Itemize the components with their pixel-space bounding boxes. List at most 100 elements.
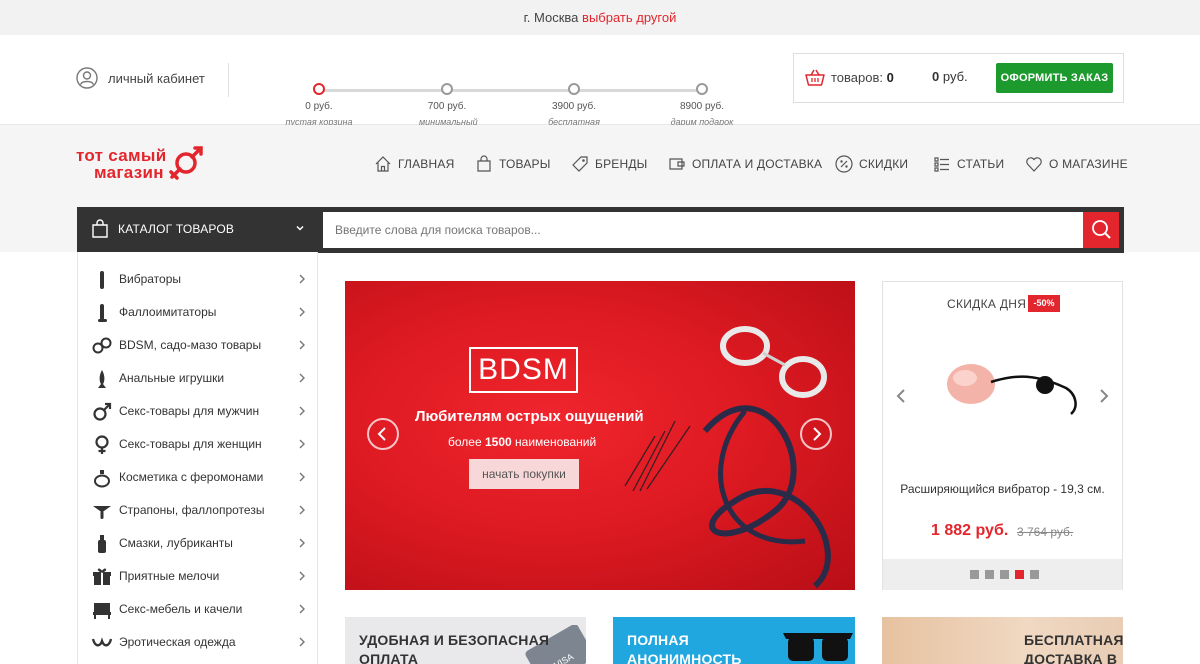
nav-label: О МАГАЗИНЕ [1049,157,1128,171]
nav-item-about[interactable]: О МАГАЗИНЕ [1025,155,1128,173]
chevron-right-icon [299,604,305,614]
promo-safe-payment[interactable]: VISA УДОБНАЯ И БЕЗОПАСНАЯ ОПЛАТА [345,617,586,664]
logo-line1: тот самый [76,146,167,165]
category-label: Фаллоимитаторы [119,305,217,319]
banner-next-button[interactable] [800,418,832,450]
category-label: Секс-товары для мужчин [119,404,260,418]
category-item[interactable]: BDSM, садо-мазо товары [78,329,317,362]
chevron-left-icon [377,427,386,441]
category-item[interactable]: Смазки, лубриканты [78,527,317,560]
banner-subtitle: более 1500 наименований [448,435,596,449]
category-item[interactable]: Вибраторы [78,263,317,296]
deal-of-the-day: СКИДКА ДНЯ -50% Расширяющийся вибратор -… [882,281,1123,590]
logo-line2: магазин [94,163,164,182]
cart-summary: товаров: 0 0 руб. ОФОРМИТЬ ЗАКАЗ [793,53,1124,103]
category-label: BDSM, садо-мазо товары [119,338,262,352]
divider [228,63,229,97]
pagination-dot[interactable] [1015,570,1024,579]
category-item[interactable]: Эротическая одежда [78,626,317,659]
cart-count: товаров: 0 [831,70,894,85]
progress-amount: 0 руб. [305,101,333,112]
nav-label: СТАТЬИ [957,157,1005,171]
chevron-right-icon [299,274,305,284]
chevron-down-icon [296,225,304,231]
chevron-right-icon [299,406,305,416]
category-item[interactable]: Секс-товары для женщин [78,428,317,461]
promo-free-delivery[interactable]: БЕСПЛАТНАЯ ДОСТАВКА В [882,617,1123,664]
promo-line1: БЕСПЛАТНАЯ [1024,632,1123,648]
furniture-icon [93,603,111,619]
nav-item-home[interactable]: ГЛАВНАЯ [374,155,454,173]
nav-item-payment-delivery[interactable]: ОПЛАТА И ДОСТАВКА [668,155,822,173]
product-old-price: 3 764 руб. [1017,525,1074,539]
cart-currency: руб. [942,69,968,84]
product-image[interactable] [941,352,1081,427]
nav-item-articles[interactable]: СТАТЬИ [933,155,1004,173]
chevron-right-icon [299,538,305,548]
progress-amount: 3900 руб. [551,101,597,112]
chevron-right-icon [299,472,305,482]
category-label: Смазки, лубриканты [119,536,233,550]
start-shopping-button[interactable]: начать покупки [469,459,579,489]
promo-banner[interactable]: BDSM Любителям острых ощущений более 150… [345,281,855,590]
nav-label: БРЕНДЫ [595,157,648,171]
deal-title: СКИДКА ДНЯ [947,297,1027,311]
progress-amount: 700 руб. [427,101,467,112]
lubricant-icon [98,535,106,553]
promo-anonymity[interactable]: ПОЛНАЯ АНОНИМНОСТЬ [613,617,855,664]
pagination-dot[interactable] [985,570,994,579]
bag-icon [477,155,491,172]
category-label: Анальные игрушки [119,371,225,385]
change-city-link[interactable]: выбрать другой [582,10,676,25]
category-item[interactable]: Косметика с феромонами [78,461,317,494]
nav-item-products[interactable]: ТОВАРЫ [475,155,551,173]
nav-label: ТОВАРЫ [499,157,551,171]
cart-count-value: 0 [886,70,894,85]
vibrator-icon [100,271,104,289]
progress-amount: 8900 руб. [679,101,725,112]
handcuffs-icon [92,337,112,354]
logo[interactable]: тот самый магазин [76,147,166,181]
category-label: Секс-мебель и качели [119,602,243,616]
pagination-dot[interactable] [1000,570,1009,579]
logo-symbol-icon [169,146,203,180]
catalog-dropdown[interactable]: КАТАЛОГ ТОВАРОВ [77,207,318,253]
nav-band: тот самый магазин ГЛАВНАЯ ТОВАРЫ БРЕНДЫ … [0,125,1200,253]
category-item[interactable]: Анальные игрушки [78,362,317,395]
progress-step: 0 руб. пустая корзина [259,83,379,128]
lingerie-icon [92,637,112,647]
male-symbol-icon [93,402,112,421]
category-item[interactable]: Фаллоимитаторы [78,296,317,329]
search-button[interactable] [1083,212,1119,248]
female-symbol-icon [95,435,109,454]
category-item[interactable]: Секс-мебель и качели [78,593,317,626]
account-link[interactable]: личный кабинет [76,67,205,89]
cart-sum: 0 руб. [932,69,968,84]
search-icon [1092,220,1111,239]
checkout-button[interactable]: ОФОРМИТЬ ЗАКАЗ [996,63,1113,93]
pagination-dot[interactable] [1030,570,1039,579]
chevron-right-icon [813,427,822,441]
search-input[interactable] [323,212,1083,248]
promo-line2: ДОСТАВКА В [1024,651,1118,664]
list-icon [934,157,949,172]
chevron-right-icon [299,637,305,647]
catalog-sidebar: Вибраторы Фаллоимитаторы BDSM, садо-мазо… [77,252,318,664]
category-label: Приятные мелочи [119,569,220,583]
user-icon [76,67,98,89]
chevron-right-icon [299,505,305,515]
category-item[interactable]: Приятные мелочи [78,560,317,593]
nav-label: СКИДКИ [859,157,909,171]
banner-prev-button[interactable] [367,418,399,450]
nav-item-brands[interactable]: БРЕНДЫ [571,155,648,173]
category-item[interactable]: Страпоны, фаллопротезы [78,494,317,527]
strapon-icon [93,506,111,519]
deal-next-icon[interactable] [1098,388,1110,404]
basket-icon[interactable] [805,69,825,87]
category-item[interactable]: Секс-товары для мужчин [78,395,317,428]
pagination-dot[interactable] [970,570,979,579]
banner-title: Любителям острых ощущений [415,408,644,425]
product-name[interactable]: Расширяющийся вибратор - 19,3 см. [883,482,1122,496]
deal-prev-icon[interactable] [895,388,907,404]
nav-item-discounts[interactable]: СКИДКИ [835,155,908,173]
